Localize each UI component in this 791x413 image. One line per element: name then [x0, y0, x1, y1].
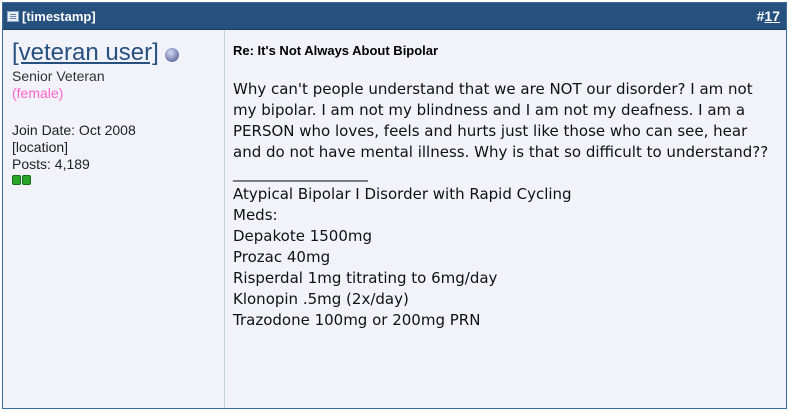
username-row: [veteran user] — [12, 40, 215, 66]
signature-line: Meds: — [233, 206, 278, 224]
signature: Atypical Bipolar I Disorder with Rapid C… — [233, 184, 778, 331]
signature-line: Prozac 40mg — [233, 248, 331, 266]
user-info-panel: [veteran user] Senior Veteran (female) J… — [3, 30, 225, 408]
username-link[interactable]: [veteran user] — [12, 40, 159, 66]
reputation-pip-icon — [12, 175, 21, 185]
post-header: [timestamp] #17 — [3, 3, 786, 30]
signature-line: Depakote 1500mg — [233, 227, 373, 245]
forum-post: [timestamp] #17 [veteran user] Senior Ve… — [2, 2, 787, 409]
post-number-link[interactable]: 17 — [764, 8, 780, 24]
join-date: Join Date: Oct 2008 — [12, 122, 136, 138]
signature-line: Trazodone 100mg or 200mg PRN — [233, 311, 481, 329]
post-icon — [7, 10, 19, 22]
post-count: Posts: 4,189 — [12, 156, 90, 172]
signature-line: Risperdal 1mg titrating to 6mg/day — [233, 269, 498, 287]
user-gender: (female) — [12, 85, 64, 101]
reputation-pip-icon — [22, 175, 31, 185]
post-header-left: [timestamp] — [7, 9, 96, 24]
post-timestamp: [timestamp] — [22, 8, 96, 24]
user-location: [location] — [12, 139, 69, 155]
post-body: [veteran user] Senior Veteran (female) J… — [3, 30, 786, 408]
message-panel: Re: It's Not Always About Bipolar Why ca… — [225, 30, 786, 408]
signature-line: Klonopin .5mg (2x/day) — [233, 290, 409, 308]
online-status-icon — [164, 48, 179, 62]
message-body: Why can't people understand that we are … — [233, 80, 769, 161]
user-title: Senior Veteran — [12, 68, 105, 84]
post-number: #17 — [757, 8, 780, 24]
user-meta: Join Date: Oct 2008 [location] Posts: 4,… — [12, 122, 215, 185]
reputation-icons — [12, 175, 215, 185]
signature-line: Atypical Bipolar I Disorder with Rapid C… — [233, 185, 572, 203]
post-title: Re: It's Not Always About Bipolar — [233, 43, 439, 58]
signature-separator: __________________ — [233, 164, 368, 182]
message-content: Why can't people understand that we are … — [233, 79, 778, 331]
